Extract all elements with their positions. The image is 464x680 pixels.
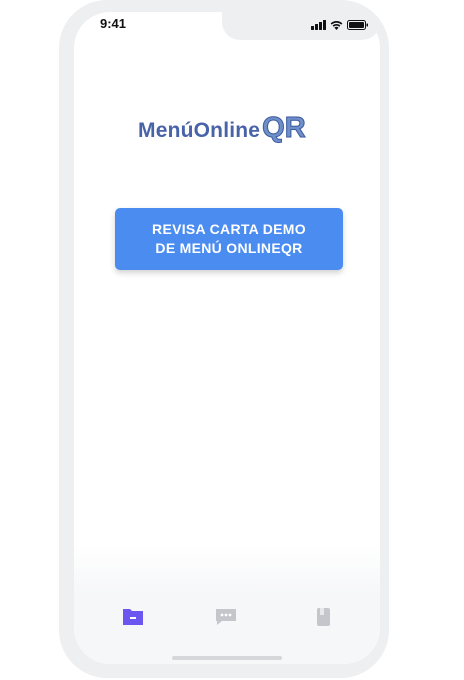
battery-icon [347,17,369,35]
chat-icon [214,607,238,632]
wifi-icon [330,17,343,35]
status-time: 9:41 [100,16,127,31]
demo-button-line1: REVISA CARTA DEMO [152,221,306,237]
demo-menu-button[interactable]: REVISA CARTA DEMO DE MENÚ ONLINEQR [115,208,343,270]
tab-book[interactable] [310,607,336,632]
signal-icon [311,17,326,35]
menuonlineqr-logo: MenúOnline QR [138,112,328,150]
logo-text: MenúOnline [138,119,261,142]
home-indicator [172,656,282,660]
status-icons [311,17,369,35]
tab-chat[interactable] [213,608,239,630]
book-icon [313,607,333,632]
logo-qr: QR [262,112,306,145]
bottom-fade [74,545,380,595]
demo-button-line2: DE MENÚ ONLINEQR [155,240,303,256]
tab-folder[interactable] [120,608,146,630]
folder-icon [121,607,145,632]
